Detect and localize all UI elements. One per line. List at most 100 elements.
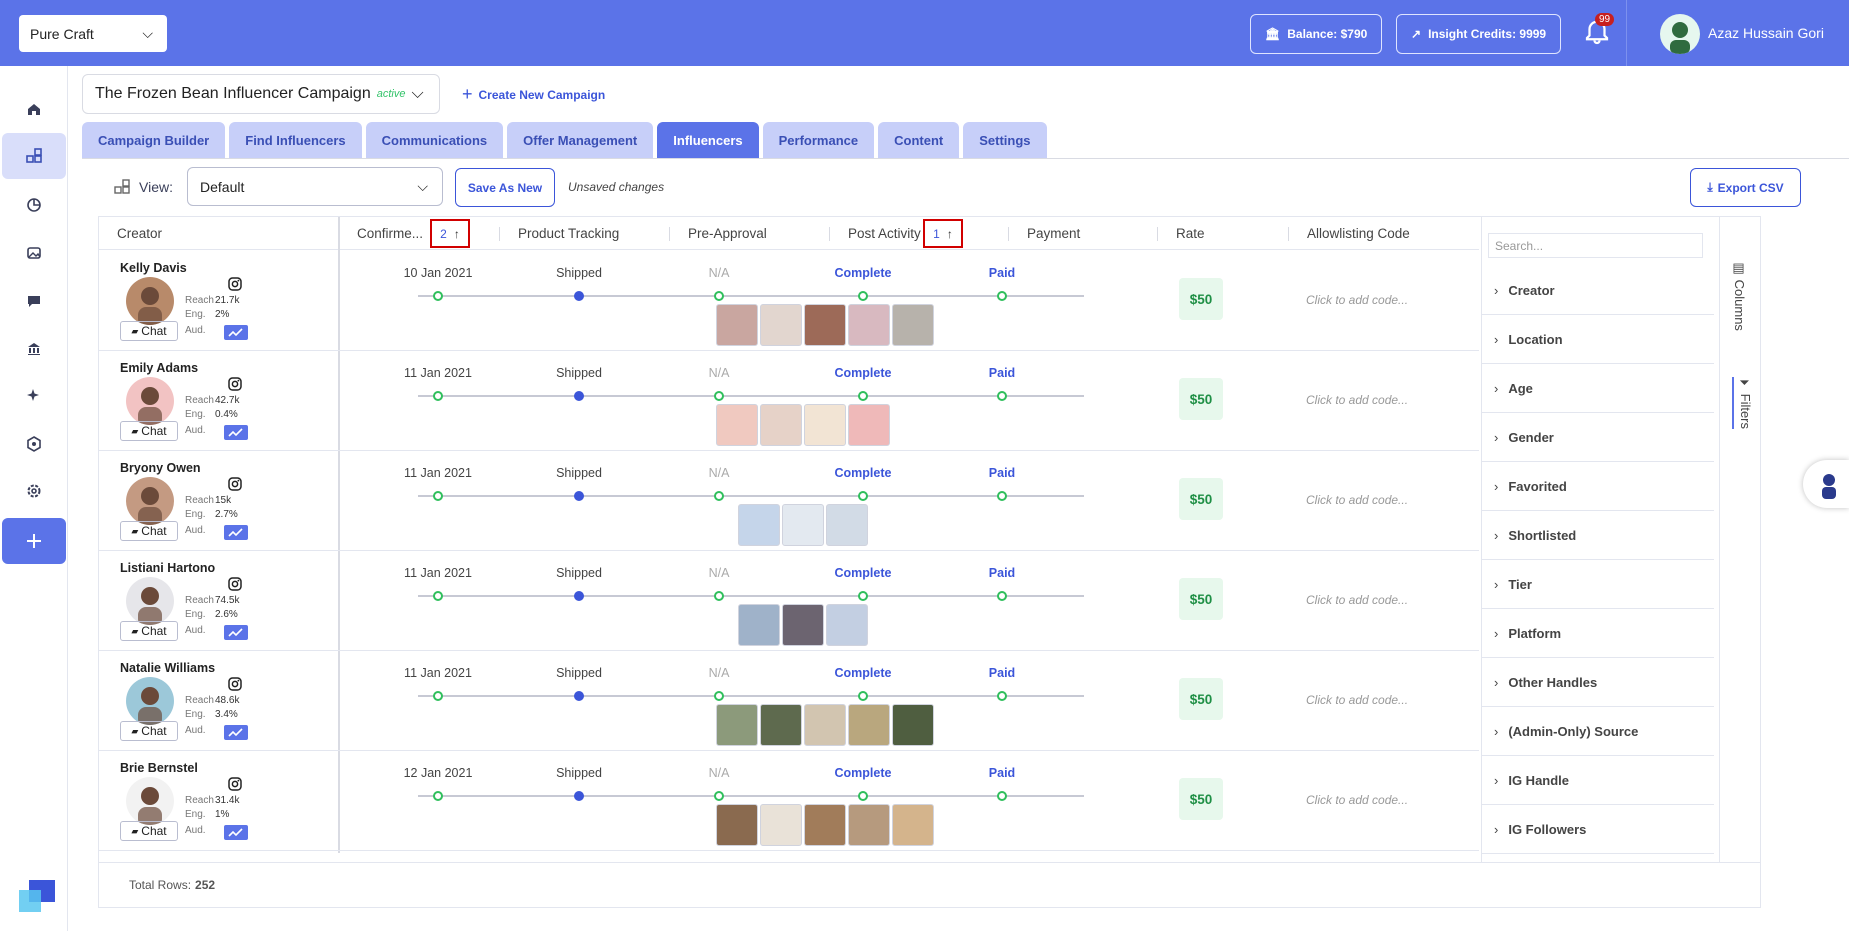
column-rate[interactable]: Rate xyxy=(1176,217,1205,250)
instagram-icon[interactable] xyxy=(228,277,242,291)
creator-name[interactable]: Listiani Hartono xyxy=(120,561,215,575)
tab-performance[interactable]: Performance xyxy=(762,122,875,158)
post-thumbnail[interactable] xyxy=(848,704,890,746)
filter-item[interactable]: › Age xyxy=(1482,364,1714,413)
post-thumbnail[interactable] xyxy=(716,704,758,746)
column-pre-approval[interactable]: Pre-Approval xyxy=(688,217,767,250)
post-thumbnail[interactable] xyxy=(760,404,802,446)
tab-communications[interactable]: Communications xyxy=(365,122,504,158)
view-select[interactable]: Default ⌵ xyxy=(187,167,443,206)
creator-name[interactable]: Emily Adams xyxy=(120,361,198,375)
sidebar-item-messages[interactable] xyxy=(2,278,66,324)
payment-status[interactable]: Paid xyxy=(970,466,1034,480)
tab-campaign-builder[interactable]: Campaign Builder xyxy=(82,122,226,158)
payment-status[interactable]: Paid xyxy=(970,566,1034,580)
tab-offer-management[interactable]: Offer Management xyxy=(507,122,654,158)
allowlisting-code-input[interactable]: Click to add code... xyxy=(1306,493,1408,507)
allowlisting-code-input[interactable]: Click to add code... xyxy=(1306,293,1408,307)
tracking-status[interactable]: Shipped xyxy=(519,766,639,780)
audience-chart-button[interactable] xyxy=(224,425,248,440)
post-thumbnail[interactable] xyxy=(782,504,824,546)
filter-item[interactable]: › Gender xyxy=(1482,413,1714,462)
filter-search-input[interactable]: Search... xyxy=(1488,233,1703,258)
instagram-icon[interactable] xyxy=(228,377,242,391)
filter-item[interactable]: › Shortlisted xyxy=(1482,511,1714,560)
audience-chart-button[interactable] xyxy=(224,525,248,540)
post-activity-status[interactable]: Complete xyxy=(803,266,923,280)
filter-item[interactable]: › IG Followers xyxy=(1482,805,1714,854)
org-select[interactable]: Pure Craft ⌵ xyxy=(19,15,167,52)
avatar[interactable] xyxy=(126,577,174,625)
payment-status[interactable]: Paid xyxy=(970,666,1034,680)
column-payment[interactable]: Payment xyxy=(1027,217,1080,250)
creator-name[interactable]: Bryony Owen xyxy=(120,461,201,475)
filter-item[interactable]: › Other Handles xyxy=(1482,658,1714,707)
sidebar-item-media[interactable] xyxy=(2,230,66,276)
avatar[interactable] xyxy=(126,377,174,425)
chat-button[interactable]: ▰ Chat xyxy=(120,721,178,741)
tracking-status[interactable]: Shipped xyxy=(519,366,639,380)
audience-chart-button[interactable] xyxy=(224,825,248,840)
post-thumbnail[interactable] xyxy=(716,804,758,846)
post-activity-status[interactable]: Complete xyxy=(803,466,923,480)
column-confirmed[interactable]: Confirme... xyxy=(357,217,423,250)
sidebar-item-analytics[interactable] xyxy=(2,182,66,228)
tab-settings[interactable]: Settings xyxy=(963,122,1047,158)
tracking-status[interactable]: Shipped xyxy=(519,466,639,480)
post-thumbnail[interactable] xyxy=(738,604,780,646)
filter-item[interactable]: › Favorited xyxy=(1482,462,1714,511)
sidebar-item-finance[interactable] xyxy=(2,326,66,372)
table-row[interactable]: Natalie Williams Reach 48.6k Eng. 3.4% Aud… xyxy=(99,651,1479,751)
instagram-icon[interactable] xyxy=(228,577,242,591)
instagram-icon[interactable] xyxy=(228,777,242,791)
chat-button[interactable]: ▰ Chat xyxy=(120,521,178,541)
payment-status[interactable]: Paid xyxy=(970,766,1034,780)
tab-find-influencers[interactable]: Find Influencers xyxy=(229,122,362,158)
table-row[interactable]: Kelly Davis Reach 21.7k Eng. 2% Aud. ▰ Chat… xyxy=(99,251,1479,351)
rate-badge[interactable]: $50 xyxy=(1179,578,1223,620)
post-thumbnail[interactable] xyxy=(804,704,846,746)
save-as-new-button[interactable]: Save As New xyxy=(455,168,555,207)
rate-badge[interactable]: $50 xyxy=(1179,678,1223,720)
tracking-status[interactable]: Shipped xyxy=(519,266,639,280)
filter-item[interactable]: › (Admin-Only) Source xyxy=(1482,707,1714,756)
sort-indicator-confirmed[interactable]: 2 ↑ xyxy=(430,219,470,248)
post-thumbnail[interactable] xyxy=(716,404,758,446)
post-thumbnail[interactable] xyxy=(804,304,846,346)
avatar[interactable] xyxy=(126,477,174,525)
table-row[interactable]: Emily Adams Reach 42.7k Eng. 0.4% Aud. ▰ Ch… xyxy=(99,351,1479,451)
audience-chart-button[interactable] xyxy=(224,325,248,340)
filter-item[interactable]: › Location xyxy=(1482,315,1714,364)
post-thumbnail[interactable] xyxy=(892,304,934,346)
post-thumbnail[interactable] xyxy=(892,704,934,746)
insight-credits-button[interactable]: ↗ Insight Credits: 9999 xyxy=(1396,14,1562,54)
post-thumbnail[interactable] xyxy=(804,804,846,846)
instagram-icon[interactable] xyxy=(228,677,242,691)
allowlisting-code-input[interactable]: Click to add code... xyxy=(1306,593,1408,607)
post-thumbnail[interactable] xyxy=(848,804,890,846)
post-thumbnail[interactable] xyxy=(782,604,824,646)
tab-columns[interactable]: ▤ Columns xyxy=(1732,261,1747,331)
user-name[interactable]: Azaz Hussain Gori xyxy=(1708,25,1824,41)
creator-name[interactable]: Natalie Williams xyxy=(120,661,215,675)
post-activity-status[interactable]: Complete xyxy=(803,366,923,380)
tab-influencers[interactable]: Influencers xyxy=(657,122,759,158)
column-allowlisting-code[interactable]: Allowlisting Code xyxy=(1307,217,1410,250)
balance-button[interactable]: 🏛 Balance: $790 xyxy=(1250,14,1383,54)
post-thumbnail[interactable] xyxy=(716,304,758,346)
rate-badge[interactable]: $50 xyxy=(1179,478,1223,520)
post-thumbnail[interactable] xyxy=(760,704,802,746)
avatar[interactable] xyxy=(126,777,174,825)
sidebar-add-button[interactable] xyxy=(2,518,66,564)
sidebar-item-ai[interactable] xyxy=(2,373,66,419)
tab-content[interactable]: Content xyxy=(878,122,960,158)
post-thumbnail[interactable] xyxy=(848,404,890,446)
sidebar-item-home[interactable] xyxy=(2,86,66,132)
post-thumbnail[interactable] xyxy=(760,304,802,346)
floating-help-button[interactable] xyxy=(1803,460,1849,508)
allowlisting-code-input[interactable]: Click to add code... xyxy=(1306,793,1408,807)
create-campaign-link[interactable]: + Create New Campaign xyxy=(462,84,605,105)
chat-button[interactable]: ▰ Chat xyxy=(120,321,178,341)
rate-badge[interactable]: $50 xyxy=(1179,278,1223,320)
allowlisting-code-input[interactable]: Click to add code... xyxy=(1306,393,1408,407)
